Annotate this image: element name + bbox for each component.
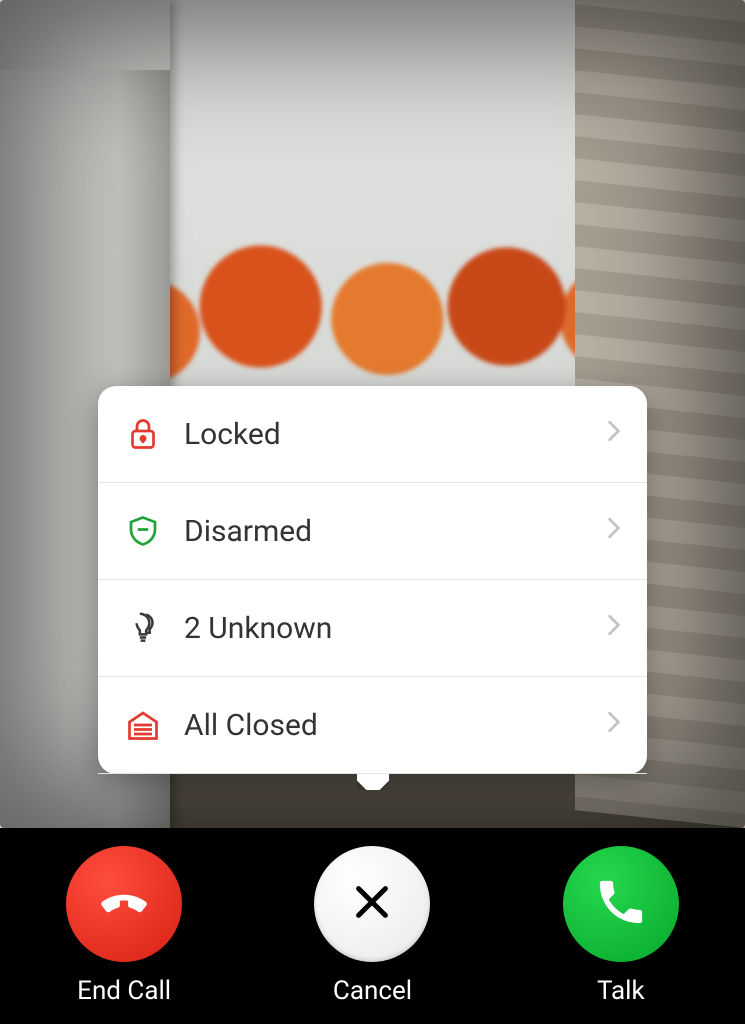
popover-tail <box>357 774 389 790</box>
status-row-label: 2 Unknown <box>184 611 607 646</box>
end-call-button[interactable] <box>66 846 182 962</box>
status-row-lights[interactable]: 2 Unknown <box>98 580 647 677</box>
status-row-lock[interactable]: Locked <box>98 386 647 483</box>
cancel-wrap: Cancel <box>314 846 430 1006</box>
talk-label: Talk <box>597 976 645 1006</box>
chevron-right-icon <box>607 517 625 545</box>
end-call-wrap: End Call <box>66 846 182 1006</box>
phone-down-icon <box>95 873 153 935</box>
chevron-right-icon <box>607 614 625 642</box>
cancel-label: Cancel <box>333 976 412 1006</box>
shield-icon <box>120 508 166 554</box>
chevron-right-icon <box>607 711 625 739</box>
garage-icon <box>120 702 166 748</box>
call-bar: End Call Cancel Talk <box>0 828 745 1024</box>
phone-icon <box>594 875 648 933</box>
status-popover: Locked Disarmed <box>98 386 647 774</box>
talk-button[interactable] <box>563 846 679 962</box>
lock-icon <box>120 411 166 457</box>
cancel-button[interactable] <box>314 846 430 962</box>
close-icon <box>349 879 395 929</box>
doorbell-camera-view: Locked Disarmed <box>0 0 745 828</box>
status-row-label: All Closed <box>184 708 607 743</box>
chevron-right-icon <box>607 420 625 448</box>
talk-wrap: Talk <box>563 846 679 1006</box>
lightbulb-icon <box>120 605 166 651</box>
status-row-garage[interactable]: All Closed <box>98 677 647 774</box>
status-row-security[interactable]: Disarmed <box>98 483 647 580</box>
end-call-label: End Call <box>77 976 171 1006</box>
status-row-label: Disarmed <box>184 514 607 549</box>
status-row-label: Locked <box>184 417 607 452</box>
